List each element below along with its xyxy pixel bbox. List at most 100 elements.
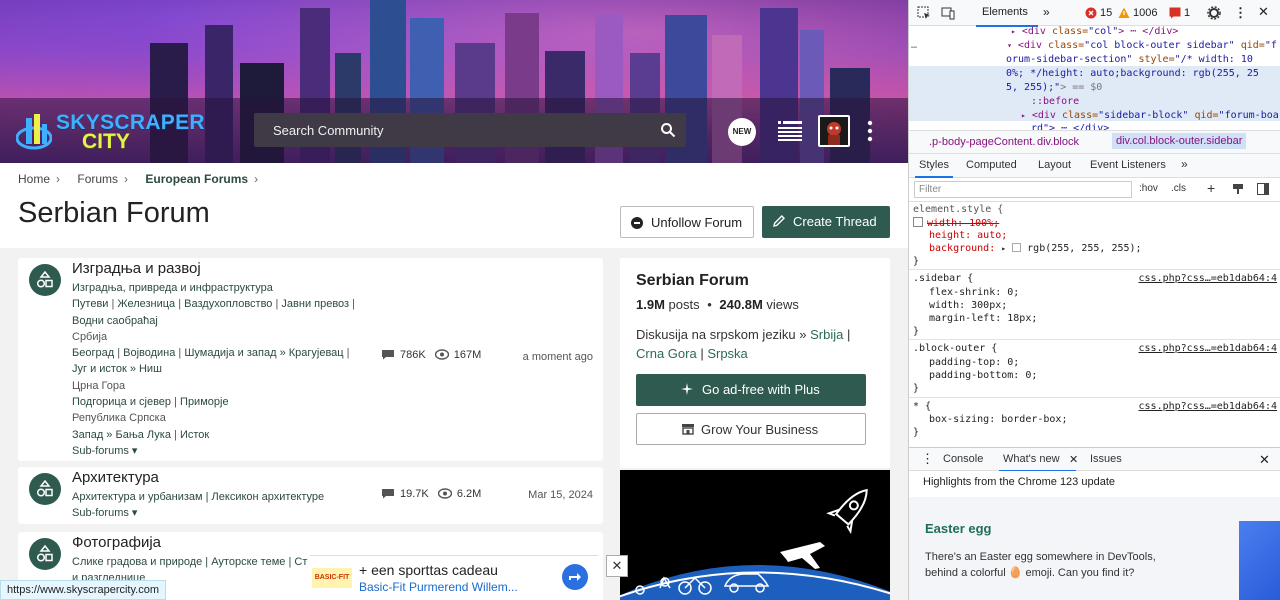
rule-selector[interactable]: .block-outer { — [913, 343, 997, 354]
tab-computed[interactable]: Computed — [966, 159, 1017, 171]
forum-subtitle[interactable]: Архитектура и урбанизам | Лексикон архит… — [72, 489, 392, 505]
site-logo[interactable]: SKYSCRAPER CITY — [16, 110, 205, 153]
ad-directions-button[interactable] — [562, 564, 588, 590]
sidebar-link-srpska[interactable]: Srpska — [707, 346, 747, 361]
ad-close-button[interactable]: ✕ — [606, 555, 628, 577]
inspect-element-icon[interactable] — [917, 6, 931, 20]
drawer-menu-icon[interactable]: ⋮ — [921, 451, 934, 467]
create-thread-button[interactable]: Create Thread — [762, 206, 890, 238]
new-rule-icon[interactable]: + — [1207, 180, 1215, 196]
user-avatar[interactable] — [818, 115, 850, 147]
warning-count[interactable]: 1006 — [1133, 7, 1157, 19]
devtools-close-icon[interactable]: ✕ — [1258, 4, 1269, 20]
more-tabs-icon[interactable]: » — [1043, 5, 1050, 19]
forum-title[interactable]: Фотографија — [72, 534, 161, 551]
search-input[interactable]: Search Community — [254, 113, 686, 147]
css-property[interactable]: padding-top: 0; — [929, 357, 1019, 368]
css-property[interactable]: margin-left: 18px; — [929, 313, 1037, 324]
unfollow-forum-button[interactable]: Unfollow Forum — [620, 206, 754, 238]
class-toggle[interactable]: .cls — [1171, 183, 1186, 194]
breadcrumb-european-forums[interactable]: European Forums — [145, 172, 248, 186]
forum-last-activity[interactable]: Mar 15, 2024 — [528, 489, 593, 501]
subforum-link[interactable]: Приморје — [180, 396, 229, 408]
styles-filter-input[interactable]: Filter — [914, 181, 1132, 198]
ad-subline[interactable]: Basic-Fit Purmerend Willem... — [359, 580, 518, 594]
more-vertical-icon[interactable] — [866, 120, 874, 142]
search-icon[interactable] — [660, 122, 676, 138]
breadcrumb-forums[interactable]: Forums — [77, 172, 118, 186]
drawer-close-icon[interactable]: ✕ — [1259, 452, 1270, 468]
drawer-tab-console[interactable]: Console — [943, 453, 983, 465]
forum-card[interactable]: Архитектура Архитектура и урбанизам | Ле… — [18, 467, 603, 524]
drawer-tab-issues[interactable]: Issues — [1090, 453, 1122, 465]
close-tab-icon[interactable]: ✕ — [1069, 453, 1078, 466]
css-property[interactable]: box-sizing: border-box; — [929, 414, 1067, 425]
issues-count[interactable]: 1 — [1184, 7, 1190, 19]
devtools-tab-elements[interactable]: Elements — [976, 6, 1038, 27]
subforum-link[interactable]: Београд — [72, 347, 114, 359]
rule-source-link[interactable]: css.php?css…=eb1dab64:4 — [1139, 401, 1277, 412]
css-property[interactable]: background: ▸ rgb(255, 255, 255); — [929, 243, 1142, 254]
rule-source-link[interactable]: css.php?css…=eb1dab64:4 — [1139, 273, 1277, 284]
dom-node[interactable]: ▸ <div class="col"> ⋯ </div> — [1011, 26, 1178, 37]
feed-list-icon[interactable] — [778, 120, 802, 142]
device-toolbar-icon[interactable] — [941, 6, 955, 20]
subforum-link[interactable]: Подгорица и сјевер — [72, 396, 171, 408]
sidebar-link-crna-gora[interactable]: Crna Gora — [636, 346, 697, 361]
subforum-link[interactable]: Исток — [180, 429, 209, 441]
subforum-link[interactable]: Јавни превоз — [281, 298, 349, 310]
forum-subtitle[interactable]: Изградња, привреда и инфраструктура — [72, 280, 372, 296]
subforum-link[interactable]: Југ и исток » Ниш — [72, 363, 162, 375]
color-swatch[interactable] — [1012, 243, 1022, 252]
drawer-tab-whats-new[interactable]: What's new — [999, 453, 1075, 472]
subforum-link[interactable]: Војводина — [123, 347, 175, 359]
subforums-toggle[interactable]: Sub-forums ▾ — [72, 443, 372, 459]
sidebar-toggle-icon[interactable] — [1257, 183, 1269, 195]
sidebar-ad-illustration[interactable] — [620, 470, 890, 600]
subforums-toggle[interactable]: Sub-forums ▾ — [72, 505, 392, 521]
tab-layout[interactable]: Layout — [1038, 159, 1071, 171]
settings-gear-icon[interactable] — [1207, 6, 1221, 20]
paint-brush-icon[interactable] — [1232, 183, 1244, 195]
breadcrumb-home[interactable]: Home — [18, 172, 50, 186]
dom-pseudo[interactable]: ::before — [1031, 96, 1079, 107]
rule-selector[interactable]: * { — [913, 401, 931, 412]
rule-source-link[interactable]: css.php?css…=eb1dab64:4 — [1139, 343, 1277, 354]
subforum-link[interactable]: Путеви — [72, 298, 108, 310]
css-property[interactable]: width: 300px; — [929, 300, 1007, 311]
bottom-ad-banner[interactable]: BASIC-FIT + een sporttas cadeau Basic-Fi… — [310, 555, 598, 600]
grow-business-button[interactable]: Grow Your Business — [636, 413, 866, 445]
rule-selector[interactable]: .sidebar { — [913, 273, 973, 284]
error-count[interactable]: 15 — [1100, 7, 1112, 19]
subforum-link[interactable]: Железница — [117, 298, 175, 310]
subforum-link[interactable]: Запад » Бања Лука — [72, 429, 171, 441]
hover-state-toggle[interactable]: :hov — [1139, 183, 1158, 194]
more-tabs-icon[interactable]: » — [1181, 157, 1188, 171]
whats-new-card[interactable]: Easter egg There's an Easter egg somewhe… — [909, 497, 1280, 600]
css-property[interactable]: height: auto; — [929, 230, 1007, 241]
sidebar-link-srbija[interactable]: Srbija — [810, 327, 843, 342]
tab-event-listeners[interactable]: Event Listeners — [1090, 159, 1166, 171]
forum-card[interactable]: Изградња и развој Изградња, привреда и и… — [18, 258, 603, 461]
property-checkbox[interactable] — [913, 217, 923, 227]
dom-crumb-selected[interactable]: div.col.block-outer.sidebar — [1112, 133, 1247, 149]
tab-styles[interactable]: Styles — [915, 159, 953, 178]
ad-headline[interactable]: + een sporttas cadeau — [359, 562, 498, 578]
forum-title[interactable]: Архитектура — [72, 469, 159, 486]
forum-last-activity[interactable]: a moment ago — [523, 351, 593, 363]
subforum-link[interactable]: Ваздухопловство — [184, 298, 272, 310]
subforum-link[interactable]: Водни саобраћај — [72, 315, 158, 327]
forum-title[interactable]: Изградња и развој — [72, 260, 201, 277]
subforum-link[interactable]: Шумадија и запад » Крагујевац — [184, 347, 343, 359]
go-ad-free-button[interactable]: Go ad-free with Plus — [636, 374, 866, 406]
whats-new-button[interactable]: NEW — [728, 118, 756, 146]
css-property[interactable]: flex-shrink: 0; — [929, 287, 1019, 298]
devtools-menu-icon[interactable]: ⋮ — [1234, 5, 1247, 21]
dom-node[interactable]: ▸ <div class="sidebar-block" qid="forum-… — [1021, 110, 1279, 121]
rule-selector[interactable]: element.style { — [913, 204, 1003, 215]
css-property[interactable]: padding-bottom: 0; — [929, 370, 1037, 381]
dom-crumb[interactable]: .p-body-pageContent. — [929, 136, 1035, 148]
dom-node-selected[interactable]: … ▾ <div class="col block-outer sidebar"… — [911, 40, 1277, 51]
css-property-disabled[interactable]: width: 100%; — [913, 217, 999, 229]
forum-subtitle[interactable]: Слике градова и природе | Ауторске теме … — [72, 554, 332, 570]
